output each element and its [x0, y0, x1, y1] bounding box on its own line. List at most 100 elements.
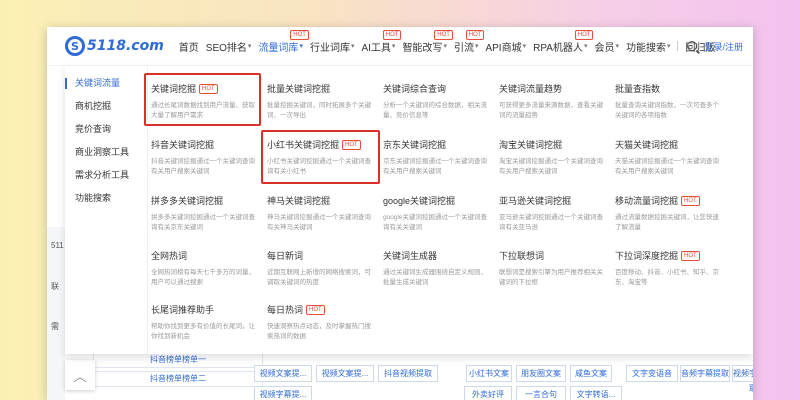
- tag-button[interactable]: 一言合句: [516, 386, 566, 400]
- chevron-down-icon: ▾: [247, 43, 252, 50]
- nav-label: AI工具: [361, 42, 391, 54]
- tag-button[interactable]: 视频字幕提取: [732, 365, 753, 393]
- tool-keyword-overview[interactable]: 关键词综合查询 分析一个关键词的综合数据，相关流量、竞价信息等: [383, 82, 491, 121]
- nav-industry-keywords[interactable]: 行业词库 ▾: [310, 39, 355, 54]
- category-item[interactable]: 需求分析工具: [65, 164, 147, 187]
- rank-list-item[interactable]: 抖音榜单榜单二: [93, 371, 263, 387]
- tool-keyword-generator[interactable]: 关键词生成器 通过关键词生成器围绕自定义规则，批量生成关键词: [383, 249, 491, 288]
- left-side-rail: 511 联 需: [47, 227, 65, 400]
- scroll-up-button[interactable]: ︿: [65, 360, 95, 390]
- nav-label: SEO排名: [205, 42, 247, 54]
- tool-hot-words[interactable]: 全网热词 全网热词榜有每天七千多万的词量，用户可以通过搜索: [151, 249, 259, 288]
- nav-membership[interactable]: 会员 ▾: [594, 39, 619, 54]
- tool-title: 下拉联想词: [499, 251, 545, 261]
- tool-description: 天猫关键词挖掘通过一个关键词查询有关用户搜索关键词: [615, 158, 719, 175]
- tool-taobao-keywords[interactable]: 淘宝关键词挖掘 淘宝关键词挖掘通过一个关键词查询有关用户搜索关键词: [499, 138, 607, 177]
- rail-text-2[interactable]: 联: [51, 281, 59, 292]
- category-list: 关键词流量 商机挖掘 竞价查询 商业洞察工具 需求分析工具 功能搜索: [65, 66, 148, 354]
- nav-label: RPA机器人: [533, 42, 583, 54]
- top-navigation: S 5118.com 首页 SEO排名 ▾ 流量词库 ▾ HOT 行业词库 ▾ AI工具…: [47, 27, 753, 66]
- chevron-down-icon: ▾: [443, 43, 447, 50]
- tag-button[interactable]: 外卖好评: [464, 386, 512, 400]
- category-item[interactable]: 商业洞察工具: [65, 141, 147, 164]
- tool-description: 通过关键词生成器围绕自定义规则，批量生成关键词: [383, 269, 487, 286]
- logo-text: 5118.com: [87, 38, 164, 54]
- tool-amazon-keywords[interactable]: 亚马逊关键词挖掘 亚马逊关键词挖掘通过一个关键词查询有关亚马逊: [499, 194, 607, 233]
- tool-title: 拼多多关键词挖掘: [151, 196, 224, 206]
- tool-title: 长尾词推荐助手: [151, 305, 215, 315]
- tool-description: 批量查询关键词指数，一次可查多个关键词的各项指数: [615, 102, 719, 119]
- tag-button[interactable]: 视频文案提...: [254, 365, 312, 382]
- tool-title: 关键词综合查询: [383, 84, 447, 94]
- tool-deep-dropdown-mining[interactable]: 下拉词深度挖掘 HOT 百度移动、抖音、小红书、知乎、京东、淘宝等: [615, 249, 723, 288]
- chevron-down-icon: ▾: [615, 43, 619, 50]
- category-item[interactable]: 关键词流量: [65, 72, 147, 95]
- tool-daily-hot-words[interactable]: 每日热词 HOT 快速洞察热点动态，及时掌握热门搜索热词的数据: [267, 303, 375, 342]
- category-item[interactable]: 功能搜索: [65, 187, 147, 210]
- category-item[interactable]: 商机挖掘: [65, 95, 147, 118]
- tool-description: google关键词挖掘通过一个关键词查询有关关键词: [383, 214, 488, 231]
- chevron-down-icon: ▾: [583, 43, 588, 50]
- tag-button[interactable]: 咸鱼文案: [570, 365, 612, 382]
- nav-label: API商城: [485, 42, 522, 54]
- nav-smart-rewrite[interactable]: 智能改写 ▾ HOT: [402, 29, 453, 54]
- tag-button[interactable]: 文字变语音: [626, 365, 678, 382]
- rank-list-item[interactable]: 抖音榜单榜单一: [93, 352, 263, 368]
- tool-longtail-assistant[interactable]: 长尾词推荐助手 帮助你找到更多有价值的长尾词，让你找到新机会: [151, 303, 259, 342]
- tool-douyin-keywords[interactable]: 抖音关键词挖掘 抖音关键词挖掘通过一个关键词查询有关用户搜索关键词: [151, 138, 259, 177]
- rail-text-3[interactable]: 需: [51, 321, 59, 332]
- tool-keyword-trend[interactable]: 关键词流量趋势 可获得更多流量来源数据，查看关键词的流量趋势: [499, 82, 607, 121]
- nav-label: 功能搜索: [625, 42, 666, 54]
- tool-title: 天猫关键词挖掘: [615, 140, 679, 150]
- background-rank-list: 抖音榜单榜单一 抖音榜单榜单二: [93, 352, 263, 390]
- tool-title: 批量关键词挖掘: [267, 84, 331, 94]
- nav-seo-rank[interactable]: SEO排名 ▾: [206, 39, 252, 54]
- tool-description: 可获得更多流量来源数据，查看关键词的流量趋势: [499, 102, 603, 119]
- tool-description: 抖音关键词挖掘通过一个关键词查询有关用户搜索关键词: [151, 158, 255, 175]
- site-logo[interactable]: S 5118.com: [65, 36, 164, 56]
- hot-badge: HOT: [465, 29, 485, 40]
- tool-title: 批量查指数: [615, 84, 661, 94]
- nav-label: 引流: [453, 42, 474, 54]
- nav-divider: [677, 41, 679, 51]
- highlight-box-xiaohongshu: [261, 130, 380, 184]
- search-icon[interactable]: [687, 41, 698, 51]
- tool-daily-new-words[interactable]: 每日新词 近期互联网上新增的网络搜索词，可调取关键词的热度: [267, 249, 375, 288]
- tool-batch-index[interactable]: 批量查指数 批量查询关键词指数，一次可查多个关键词的各项指数: [615, 82, 723, 121]
- tool-batch-keyword-mining[interactable]: 批量关键词挖掘 批量挖掘关键词，同时拓展多个关键词、一次导出: [267, 82, 375, 121]
- chevron-down-icon: ▾: [299, 43, 303, 50]
- nav-api-store[interactable]: API商城 ▾: [485, 39, 526, 54]
- category-item[interactable]: 竞价查询: [65, 118, 147, 141]
- tag-button[interactable]: 文字转语...: [570, 386, 622, 400]
- chevron-down-icon: ▾: [474, 43, 479, 50]
- traffic-keywords-dropdown: 关键词流量 商机挖掘 竞价查询 商业洞察工具 需求分析工具 功能搜索 关键词挖掘…: [65, 65, 753, 354]
- tag-button[interactable]: 视频字幕提...: [254, 386, 312, 400]
- login-register-link[interactable]: 登录/注册: [704, 40, 743, 53]
- nav-ai-tools[interactable]: AI工具 ▾ HOT: [361, 29, 402, 54]
- tool-description: 亚马逊关键词挖掘通过一个关键词查询有关亚马逊: [499, 214, 603, 231]
- hot-badge: HOT: [382, 29, 402, 40]
- nav-rpa-robot[interactable]: RPA机器人 ▾ HOT: [533, 29, 594, 54]
- tag-button[interactable]: 视频文案提...: [316, 365, 374, 382]
- hot-badge: HOT: [681, 195, 700, 206]
- nav-traffic-keywords[interactable]: 流量词库 ▾ HOT: [258, 29, 309, 54]
- tool-jd-keywords[interactable]: 京东关键词挖掘 京东关键词挖掘通过一个关键词查询有关用户搜索关键词: [383, 138, 491, 177]
- tag-button[interactable]: 音频字幕提取: [680, 365, 730, 382]
- tag-button[interactable]: 朋友圈文案: [516, 365, 566, 382]
- tool-mobile-traffic-keywords[interactable]: 移动流量词挖掘 HOT 通过流量数据挖掘关键词，让您快速了解流量: [615, 194, 723, 233]
- rail-text-1: 511: [51, 241, 64, 250]
- tag-button[interactable]: 抖音视频提取: [378, 365, 438, 382]
- tool-description: 百度移动、抖音、小红书、知乎、京东、淘宝等: [615, 269, 719, 286]
- tool-pinduoduo-keywords[interactable]: 拼多多关键词挖掘 拼多多关键词挖掘通过一个关键词查询有关京东关键词: [151, 194, 259, 233]
- tool-google-keywords[interactable]: google关键词挖掘 google关键词挖掘通过一个关键词查询有关关键词: [383, 194, 491, 233]
- tag-button[interactable]: 小红书文案: [466, 365, 512, 382]
- logo-mark-icon: S: [65, 36, 85, 56]
- nav-traffic-drive[interactable]: 引流 ▾ HOT: [453, 29, 485, 54]
- highlight-box-keyword-mining: [144, 73, 261, 126]
- nav-feature-search[interactable]: 功能搜索 ▾: [626, 39, 671, 54]
- tool-tmall-keywords[interactable]: 天猫关键词挖掘 天猫关键词挖掘通过一个关键词查询有关用户搜索关键词: [615, 138, 723, 177]
- tool-title: 全网热词: [151, 251, 188, 261]
- tool-dropdown-suggestions[interactable]: 下拉联想词 联想词是搜索引擎为用户推荐相关关键词的下拉框: [499, 249, 607, 288]
- nav-home[interactable]: 首页: [179, 39, 199, 54]
- tool-shenma-keywords[interactable]: 神马关键词挖掘 神马关键词挖掘通过一个关键词查询有关神马关键词: [267, 194, 375, 233]
